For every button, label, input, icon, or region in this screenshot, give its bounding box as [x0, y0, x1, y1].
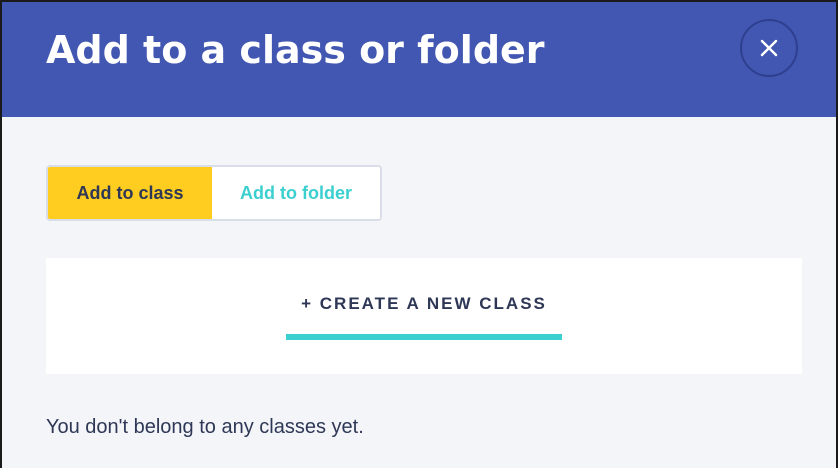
create-new-class-link[interactable]: + CREATE A NEW CLASS — [286, 294, 562, 314]
modal-title: Add to a class or folder — [46, 28, 545, 72]
empty-state-message: You don't belong to any classes yet. — [46, 416, 364, 438]
close-button[interactable] — [740, 19, 798, 77]
add-to-class-or-folder-modal: Add to a class or folder Add to class Ad… — [0, 0, 838, 468]
add-to-class-tab[interactable]: Add to class — [48, 167, 212, 219]
add-target-toggle: Add to class Add to folder — [46, 165, 382, 221]
create-class-panel: + CREATE A NEW CLASS — [46, 258, 802, 374]
create-link-underline — [286, 334, 562, 340]
modal-header: Add to a class or folder — [2, 2, 836, 117]
add-to-folder-tab[interactable]: Add to folder — [212, 167, 380, 219]
close-icon — [759, 38, 779, 58]
